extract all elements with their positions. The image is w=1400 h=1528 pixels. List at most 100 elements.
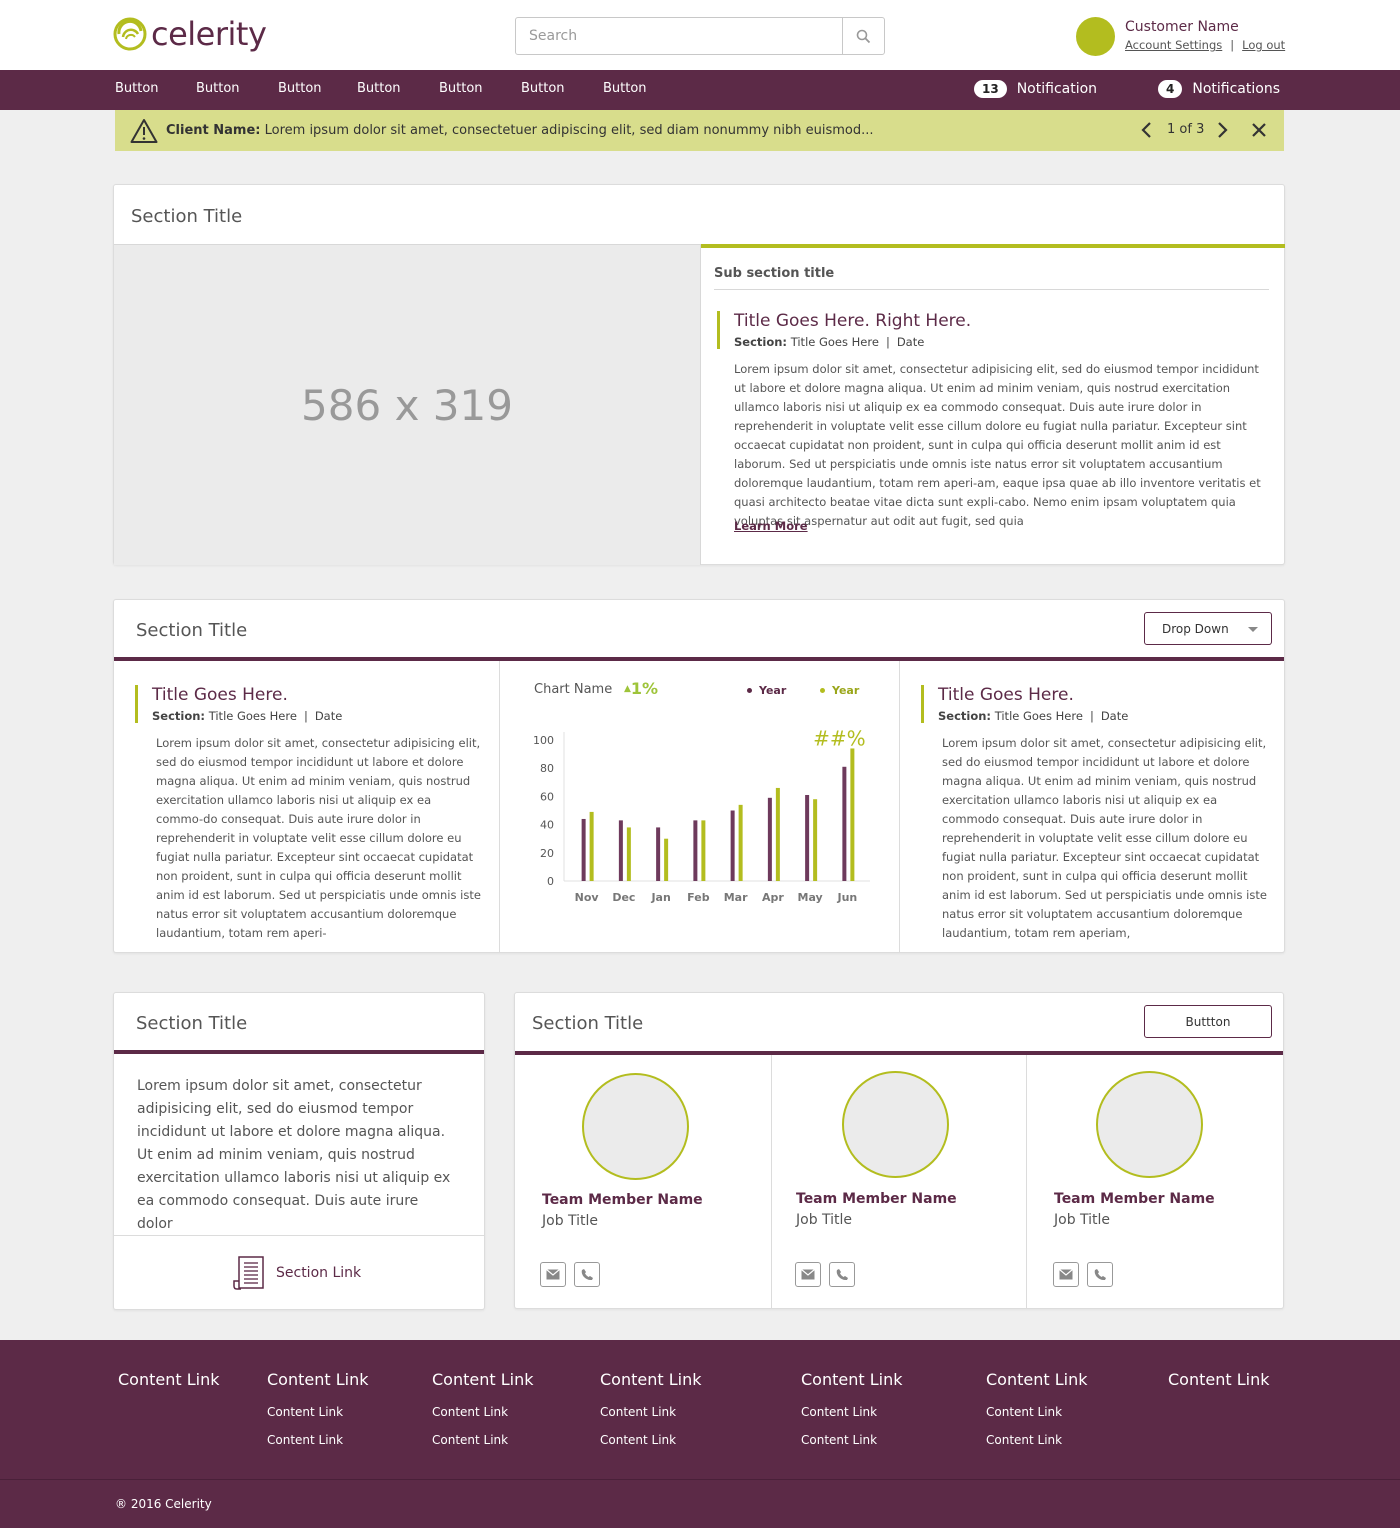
member-photo[interactable]: [842, 1071, 949, 1178]
article-title[interactable]: Title Goes Here. Right Here.: [734, 311, 971, 331]
footer-heading-link[interactable]: Content Link: [118, 1370, 219, 1389]
logo-text: celerity: [151, 15, 267, 53]
member-photo[interactable]: [582, 1073, 689, 1180]
close-icon[interactable]: [1251, 122, 1267, 138]
member-name[interactable]: Team Member Name: [796, 1191, 957, 1207]
nav-button[interactable]: Button: [603, 81, 647, 96]
meta-section-value: Title Goes Here: [994, 709, 1083, 723]
legend-label: Year: [832, 684, 860, 697]
section-action-button[interactable]: Buttton: [1144, 1005, 1272, 1038]
alert-message: Client Name: Lorem ipsum dolor sit amet,…: [166, 123, 874, 138]
footer-link[interactable]: Content Link: [432, 1405, 533, 1419]
legend-dot: [747, 688, 752, 693]
chevron-right-icon[interactable]: [1215, 121, 1229, 139]
footer-link[interactable]: Content Link: [267, 1405, 368, 1419]
article-meta: Section: Title Goes Here | Date: [734, 335, 971, 349]
document-icon: [233, 1256, 264, 1290]
article-title[interactable]: Title Goes Here.: [938, 685, 1128, 705]
footer-heading-link[interactable]: Content Link: [267, 1370, 368, 1389]
footer-link[interactable]: Content Link: [267, 1433, 368, 1447]
footer-column: Content Link Content Link Content Link: [432, 1370, 533, 1447]
nav-button[interactable]: Button: [357, 81, 401, 96]
member-name[interactable]: Team Member Name: [1054, 1191, 1215, 1207]
search-input[interactable]: [516, 18, 842, 54]
bar-2: [664, 838, 669, 881]
meta-date: Date: [314, 709, 343, 723]
logo-mark-icon: [113, 17, 147, 51]
phone-icon: [581, 1269, 593, 1281]
nav-button[interactable]: Button: [439, 81, 483, 96]
search-icon: [856, 29, 871, 43]
footer-link[interactable]: Content Link: [986, 1433, 1087, 1447]
triangle-up-icon: ▲: [624, 684, 631, 694]
logout-link[interactable]: Log out: [1242, 38, 1285, 52]
footer-link[interactable]: Content Link: [801, 1433, 902, 1447]
team-member-card: Team Member Name Job Title: [515, 1055, 769, 1309]
section-title: Section Title: [136, 620, 248, 641]
footer-link[interactable]: Content Link: [600, 1405, 701, 1419]
footer-heading-link[interactable]: Content Link: [600, 1370, 701, 1389]
footer-heading-link[interactable]: Content Link: [432, 1370, 533, 1389]
article-meta: Section: Title Goes Here | Date: [938, 709, 1128, 723]
legend-item-series-1: Year: [747, 684, 786, 697]
column-divider: [899, 661, 900, 953]
section-link[interactable]: Section Link: [231, 1255, 361, 1291]
phone-button[interactable]: [829, 1262, 855, 1287]
dropdown-select[interactable]: Drop Down: [1144, 612, 1272, 645]
data-label: ##%: [813, 726, 866, 750]
member-photo[interactable]: [1096, 1071, 1203, 1178]
footer-heading-link[interactable]: Content Link: [986, 1370, 1087, 1389]
nav-button[interactable]: Button: [278, 81, 322, 96]
bar-2: [738, 804, 743, 881]
footer-link[interactable]: Content Link: [801, 1405, 902, 1419]
alert-banner: Client Name: Lorem ipsum dolor sit amet,…: [115, 110, 1284, 151]
notification-count-badge: 4: [1158, 80, 1183, 98]
y-tick-label: 40: [540, 819, 554, 832]
left-article-body: Lorem ipsum dolor sit amet, consectetur …: [156, 736, 481, 940]
phone-button[interactable]: [574, 1262, 600, 1287]
footer-heading-link[interactable]: Content Link: [801, 1370, 902, 1389]
learn-more-link[interactable]: Learn More: [734, 519, 808, 533]
email-button[interactable]: [795, 1262, 821, 1287]
nav-button[interactable]: Button: [196, 81, 240, 96]
footer-link[interactable]: Content Link: [986, 1405, 1087, 1419]
notification-item[interactable]: 13 Notification: [974, 80, 1097, 98]
top-header: celerity Customer Name Account Settings |…: [0, 0, 1400, 70]
account-settings-link[interactable]: Account Settings: [1125, 38, 1222, 52]
bar-2: [775, 787, 780, 881]
footer-link[interactable]: Content Link: [600, 1433, 701, 1447]
copyright: ® 2016 Celerity: [115, 1497, 212, 1511]
section-rule: [114, 657, 1284, 661]
team-member-card: Team Member Name Job Title: [1027, 1055, 1281, 1309]
nav-button[interactable]: Button: [115, 81, 159, 96]
bar-2: [589, 811, 594, 881]
email-button[interactable]: [1053, 1262, 1079, 1287]
meta-separator: |: [303, 709, 308, 723]
phone-button[interactable]: [1087, 1262, 1113, 1287]
member-job-title: Job Title: [1054, 1212, 1111, 1228]
search-button[interactable]: [842, 18, 884, 54]
footer-column: Content Link Content Link Content Link: [600, 1370, 701, 1447]
logo[interactable]: celerity: [113, 14, 267, 54]
x-tick-label: Feb: [687, 891, 710, 904]
footer-link[interactable]: Content Link: [432, 1433, 533, 1447]
email-button[interactable]: [540, 1262, 566, 1287]
legend-dot: [820, 688, 825, 693]
article-title[interactable]: Title Goes Here.: [152, 685, 342, 705]
notifications-item[interactable]: 4 Notifications: [1158, 80, 1280, 98]
footer-heading-link[interactable]: Content Link: [1168, 1370, 1269, 1389]
bar-2: [626, 827, 631, 881]
user-avatar[interactable]: [1076, 17, 1115, 56]
y-tick-label: 60: [540, 790, 554, 803]
chevron-left-icon[interactable]: [1140, 121, 1154, 139]
column-divider: [499, 661, 500, 953]
bar-chart: 0 20 40 60 80 100 Nov Dec Jan Feb Mar Apr May Jun ##%: [533, 726, 870, 904]
nav-button[interactable]: Button: [521, 81, 565, 96]
left-article-header: Title Goes Here. Section: Title Goes Her…: [135, 685, 342, 723]
warning-icon: [130, 118, 158, 143]
section-link-label: Section Link: [276, 1265, 362, 1281]
member-name[interactable]: Team Member Name: [542, 1192, 703, 1208]
section-title: Section Title: [131, 206, 243, 227]
member-job-title: Job Title: [796, 1212, 853, 1228]
x-tick-label: Dec: [612, 891, 635, 904]
